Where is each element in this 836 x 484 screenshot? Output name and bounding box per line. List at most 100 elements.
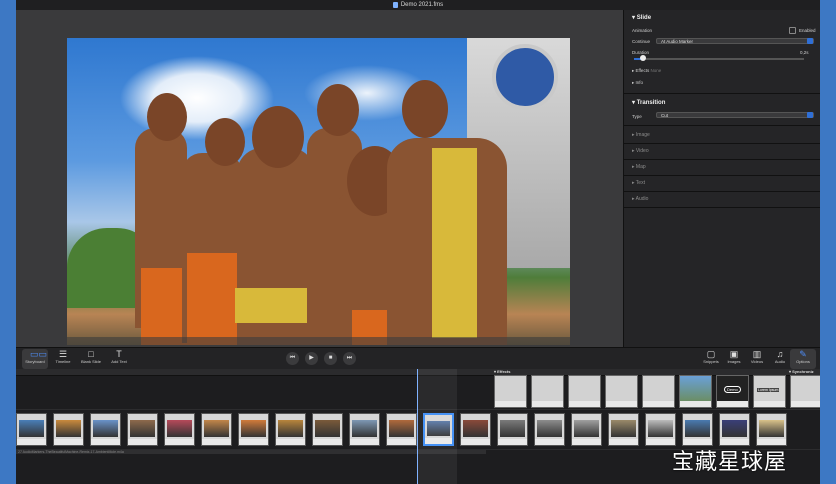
slide-thumbnail[interactable] (608, 413, 639, 446)
window-title: Demo 2021.fms (400, 2, 444, 8)
thumbnail-footer (202, 439, 231, 445)
toolbar-button-label: Snippets (703, 359, 719, 364)
toolbar-button-label: Audio (774, 359, 786, 364)
slide-thumbnail[interactable] (127, 413, 158, 446)
effects-row[interactable]: ▸ Effects None (632, 68, 661, 74)
thumbnail-image (19, 420, 44, 437)
card-footer (606, 401, 637, 407)
slide-thumbnail[interactable] (497, 413, 528, 446)
thumbnail-image (463, 420, 488, 437)
thumbnail-footer (609, 439, 638, 445)
section-audio[interactable]: ▸ Audio (632, 196, 648, 202)
thumbnail-footer (313, 439, 342, 445)
duration-label: Duration (632, 50, 650, 55)
inspector-panel: ▾ Slide Animation Enabled Continue At Au… (623, 10, 820, 347)
effect-card[interactable] (679, 375, 712, 408)
section-text[interactable]: ▸ Text (632, 180, 645, 186)
duration-slider-knob[interactable] (639, 55, 646, 61)
sync-track-text: Synchroniz (792, 369, 814, 374)
continue-dropdown[interactable]: At Audio Marker (656, 38, 814, 44)
figure-head (317, 84, 359, 136)
effect-card[interactable] (642, 375, 675, 408)
bottom-toolbar: ▭▭ Storyboard ☰ Timeline □ Blank Slide T Add Te… (16, 347, 820, 370)
images-icon: ▣ (729, 349, 739, 359)
duration-slider[interactable] (634, 55, 804, 61)
toolbar-button-label: Options (796, 359, 810, 364)
storyboard-button[interactable]: ▭▭ Storyboard (22, 349, 48, 369)
preview-stage[interactable] (16, 10, 623, 347)
slide-thumbnail[interactable] (53, 413, 84, 446)
slide-thumbnail[interactable] (275, 413, 306, 446)
effect-card[interactable]: Lorem Ipsum (753, 375, 786, 408)
slide-thumbnail[interactable] (460, 413, 491, 446)
timeline-button[interactable]: ☰ Timeline (50, 349, 76, 369)
effect-card[interactable]: Demo (716, 375, 749, 408)
figure-head (205, 118, 245, 166)
slide-thumbnail[interactable] (349, 413, 380, 446)
slide-thumbnail[interactable] (645, 413, 676, 446)
section-video[interactable]: ▸ Video (632, 148, 649, 154)
thumbnail-footer (387, 439, 416, 445)
options-button[interactable]: ✎ Options (790, 349, 816, 369)
info-row[interactable]: ▸ Info (632, 80, 643, 86)
photo-clock (492, 44, 558, 110)
slide-thumbnail[interactable] (682, 413, 713, 446)
thumbnail-footer (535, 439, 564, 445)
title-card-text: Lorem Ipsum (757, 388, 780, 392)
effect-card[interactable] (790, 375, 820, 408)
slide-thumbnail[interactable] (571, 413, 602, 446)
slide-thumbnail[interactable] (201, 413, 232, 446)
thumbnail-image (685, 420, 710, 437)
thumbnail-footer (17, 439, 46, 445)
section-map[interactable]: ▸ Map (632, 164, 646, 170)
slide-thumbnail[interactable] (719, 413, 750, 446)
title-bar: Demo 2021.fms (16, 0, 820, 10)
thumbnail-image (241, 420, 266, 437)
forward-button[interactable]: ⏭ (343, 352, 356, 365)
playhead[interactable] (417, 369, 418, 484)
stage-scrim (67, 337, 570, 347)
chevron-down-icon (807, 38, 813, 44)
slide-thumbnail[interactable] (756, 413, 787, 446)
transition-type-dropdown[interactable]: Cut (656, 112, 814, 118)
toolbar-button-label: Storyboard (25, 359, 45, 364)
slide-thumbnail[interactable] (90, 413, 121, 446)
slide-thumbnail[interactable] (386, 413, 417, 446)
thumbnail-footer (165, 439, 194, 445)
slide-thumbnail[interactable] (534, 413, 565, 446)
slide-thumbnail[interactable] (164, 413, 195, 446)
figure-cloth (187, 253, 242, 345)
thumbnail-image (648, 420, 673, 437)
add-text-button[interactable]: T Add Text (106, 349, 132, 369)
snippets-icon: ▢ (706, 349, 716, 359)
rewind-button[interactable]: ⏮ (286, 352, 299, 365)
effect-card[interactable] (568, 375, 601, 408)
effect-card[interactable] (531, 375, 564, 408)
slide-thumbnail[interactable] (238, 413, 269, 446)
toolbar-button-label: Videos (750, 359, 764, 364)
effect-card[interactable] (605, 375, 638, 408)
transition-header-label: Transition (636, 100, 666, 106)
toolbar-button-label: Timeline (55, 359, 71, 364)
thumbnail-image (93, 420, 118, 437)
transition-section-header[interactable]: ▾ Transition (632, 99, 665, 106)
enabled-checkbox[interactable] (789, 27, 796, 34)
thumbnail-image (759, 420, 784, 437)
stop-button[interactable]: ■ (324, 352, 337, 365)
thumbnail-image (574, 420, 599, 437)
slide-section-header[interactable]: ▾ Slide (632, 14, 651, 21)
divider (624, 159, 820, 160)
divider (624, 175, 820, 176)
figure-head (147, 93, 187, 141)
effect-card[interactable] (494, 375, 527, 408)
blank-slide-button[interactable]: □ Blank Slide (78, 349, 104, 369)
slide-photo[interactable] (67, 38, 570, 345)
thumbnail-footer (91, 439, 120, 445)
play-button[interactable]: ▶ (305, 352, 318, 365)
thumbnail-image (500, 420, 525, 437)
audio-track[interactable]: 27 AudioMarkers-TheBeautifulMachine-Remi… (16, 450, 486, 454)
slide-thumbnail[interactable] (16, 413, 47, 446)
thumbnail-image (278, 420, 303, 437)
section-image[interactable]: ▸ Image (632, 132, 650, 138)
slide-thumbnail[interactable] (312, 413, 343, 446)
